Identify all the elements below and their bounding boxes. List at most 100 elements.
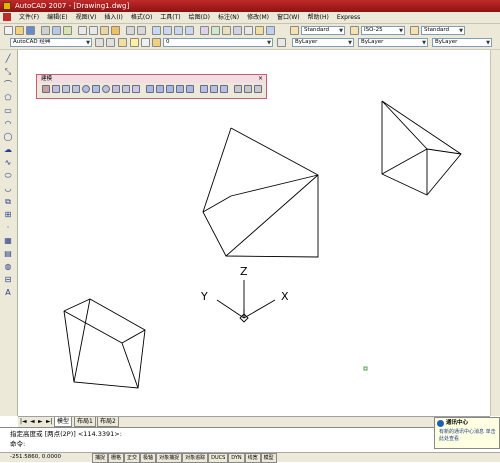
linetype-select[interactable]: ByLayer ▼: [358, 38, 428, 47]
cylinder-icon[interactable]: [92, 85, 100, 93]
zoom-window-icon[interactable]: [174, 26, 183, 35]
3d-align-icon[interactable]: [254, 85, 262, 93]
tab-model[interactable]: 模型: [54, 417, 73, 427]
open-file-icon[interactable]: [15, 26, 24, 35]
menu-tools[interactable]: 工具(T): [156, 13, 184, 22]
layer-thaw-icon[interactable]: [141, 38, 150, 47]
menu-draw[interactable]: 绘图(D): [185, 13, 214, 22]
make-block-icon[interactable]: ⊞: [3, 210, 13, 220]
tool-palettes-icon[interactable]: [222, 26, 231, 35]
redo-icon[interactable]: [137, 26, 146, 35]
cut-icon[interactable]: [78, 26, 87, 35]
multiline-text-icon[interactable]: A: [3, 288, 13, 298]
spline-icon[interactable]: ∿: [3, 158, 13, 168]
table-style-select[interactable]: Standard ▼: [421, 26, 465, 35]
publish-icon[interactable]: [63, 26, 72, 35]
box-icon[interactable]: [52, 85, 60, 93]
paste-icon[interactable]: [100, 26, 109, 35]
osnap-toggle[interactable]: 对象捕捉: [156, 453, 183, 463]
properties-icon[interactable]: [200, 26, 209, 35]
helix-icon[interactable]: [122, 85, 130, 93]
text-style-icon[interactable]: [290, 26, 299, 35]
first-tab-icon[interactable]: |◄: [20, 418, 27, 426]
autocad-app-icon[interactable]: [3, 2, 11, 10]
table-style-icon[interactable]: [410, 26, 419, 35]
ducs-toggle[interactable]: DUCS: [208, 453, 229, 463]
layer-manager-icon[interactable]: [118, 38, 127, 47]
text-style-select[interactable]: Standard ▼: [301, 26, 345, 35]
undo-icon[interactable]: [126, 26, 135, 35]
previous-tab-icon[interactable]: ◄: [30, 418, 35, 426]
vertical-scrollbar[interactable]: [490, 50, 500, 416]
calculator-icon[interactable]: [255, 26, 264, 35]
dim-style-select[interactable]: ISO-25 ▼: [361, 26, 405, 35]
design-center-icon[interactable]: [211, 26, 220, 35]
sphere-icon[interactable]: [82, 85, 90, 93]
revolve-icon[interactable]: [176, 85, 184, 93]
drawing-canvas[interactable]: Z Y X: [18, 50, 490, 416]
print-icon[interactable]: [41, 26, 50, 35]
menu-edit[interactable]: 编辑(E): [43, 13, 71, 22]
line-icon[interactable]: ╱: [3, 54, 13, 64]
gradient-icon[interactable]: ▤: [3, 249, 13, 259]
polygon-icon[interactable]: ⬠: [3, 93, 13, 103]
wedge-icon[interactable]: [62, 85, 70, 93]
ellipse-icon[interactable]: ⬭: [3, 171, 13, 181]
construction-line-icon[interactable]: ⤡: [3, 67, 13, 77]
intersect-icon[interactable]: [220, 85, 228, 93]
modeling-toolbar-header[interactable]: 建模 ×: [37, 75, 266, 83]
menu-dimension[interactable]: 标注(N): [214, 13, 243, 22]
polysolid-icon[interactable]: [42, 85, 50, 93]
layer-unlock-icon[interactable]: [152, 38, 161, 47]
menu-modify[interactable]: 修改(M): [243, 13, 273, 22]
layer-select[interactable]: 0 ▼: [163, 38, 273, 47]
polar-toggle[interactable]: 极轴: [140, 453, 157, 463]
color-select[interactable]: ByLayer ▼: [292, 38, 354, 47]
polyline-icon[interactable]: ⌒: [3, 80, 13, 90]
communication-center-balloon[interactable]: 通讯中心 有新的通讯中心消息 单击此处查看: [434, 417, 500, 449]
extrude-icon[interactable]: [146, 85, 154, 93]
subtract-icon[interactable]: [210, 85, 218, 93]
workspace-settings-icon[interactable]: [95, 38, 104, 47]
cone-icon[interactable]: [72, 85, 80, 93]
snap-toggle[interactable]: 捕捉: [92, 453, 109, 463]
menu-insert[interactable]: 插入(I): [100, 13, 126, 22]
tab-layout1[interactable]: 布局1: [74, 417, 96, 427]
planar-surface-icon[interactable]: [132, 85, 140, 93]
3d-rotate-icon[interactable]: [244, 85, 252, 93]
pan-icon[interactable]: [152, 26, 161, 35]
help-icon[interactable]: [266, 26, 275, 35]
menu-express[interactable]: Express: [333, 13, 364, 22]
insert-block-icon[interactable]: ⧉: [3, 197, 13, 207]
command-prompt[interactable]: 命令:: [10, 440, 25, 449]
make-current-layer-icon[interactable]: [277, 38, 286, 47]
zoom-realtime-icon[interactable]: [163, 26, 172, 35]
union-icon[interactable]: [200, 85, 208, 93]
hatch-icon[interactable]: ▦: [3, 236, 13, 246]
region-icon[interactable]: ◍: [3, 262, 13, 272]
close-icon[interactable]: ×: [258, 75, 263, 83]
menu-window[interactable]: 窗口(W): [273, 13, 304, 22]
circle-icon[interactable]: ◯: [3, 132, 13, 142]
dim-style-icon[interactable]: [350, 26, 359, 35]
workspace-save-icon[interactable]: [106, 38, 115, 47]
workspace-select[interactable]: AutoCAD 经典 ▼: [10, 38, 92, 47]
torus-icon[interactable]: [102, 85, 110, 93]
match-properties-icon[interactable]: [111, 26, 120, 35]
document-menu-icon[interactable]: [3, 13, 11, 21]
balloon-body[interactable]: 有新的通讯中心消息 单击此处查看: [439, 429, 499, 443]
lineweight-select[interactable]: ByLayer ▼: [432, 38, 492, 47]
ortho-toggle[interactable]: 正交: [124, 453, 141, 463]
next-tab-icon[interactable]: ►: [38, 418, 43, 426]
sweep-icon[interactable]: [166, 85, 174, 93]
menu-view[interactable]: 视图(V): [72, 13, 101, 22]
last-tab-icon[interactable]: ►|: [46, 418, 53, 426]
sheet-set-icon[interactable]: [233, 26, 242, 35]
pyramid-icon[interactable]: [112, 85, 120, 93]
presspull-icon[interactable]: [156, 85, 164, 93]
modeling-toolbar[interactable]: 建模 ×: [36, 74, 267, 99]
menu-file[interactable]: 文件(F): [15, 13, 43, 22]
menu-help[interactable]: 帮助(H): [304, 13, 333, 22]
arc-icon[interactable]: ◠: [3, 119, 13, 129]
save-icon[interactable]: [26, 26, 35, 35]
